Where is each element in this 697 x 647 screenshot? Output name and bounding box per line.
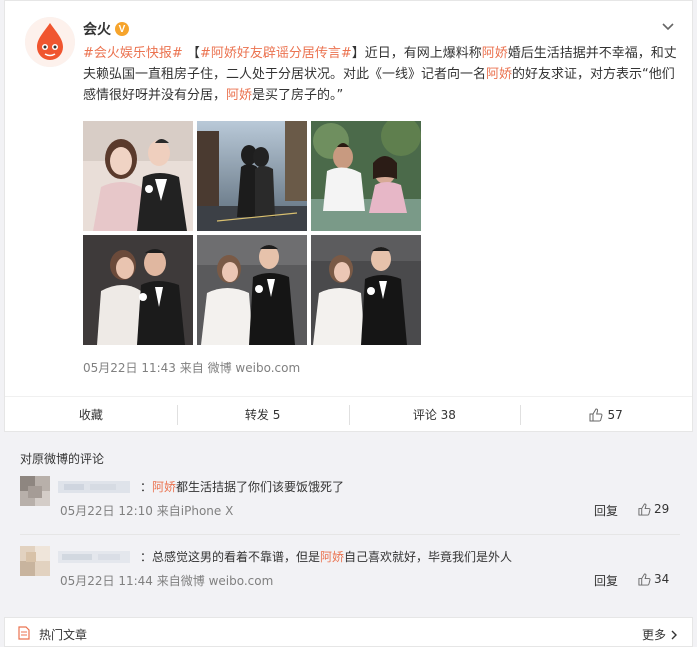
- comment-source: 来自iPhone X: [156, 504, 234, 518]
- comment-text: ：阿娇都生活拮据了你们该要饭饿死了: [140, 478, 344, 495]
- comment-text-segment: 自己喜欢就好，毕竟我们是外人: [344, 550, 513, 564]
- comment-text-segment: 都生活拮据了你们该要饭饿死了: [176, 480, 345, 494]
- comment-like-count: 29: [654, 502, 670, 516]
- photo-4[interactable]: [83, 235, 193, 345]
- repost-button[interactable]: 转发 5: [176, 397, 349, 432]
- author-name[interactable]: 会火: [83, 19, 111, 39]
- hot-articles-title: 热门文章: [39, 628, 88, 642]
- comment-meta: 05月22日 11:44 来自微博 weibo.com: [60, 572, 273, 589]
- thumbs-up-icon: [638, 572, 651, 586]
- chevron-right-icon: [671, 630, 677, 639]
- favorite-label: 收藏: [78, 408, 103, 422]
- comment-text-segment: 总感觉这男的看着不靠谱，但是: [152, 550, 321, 564]
- post-text: #会火娱乐快报# 【#阿娇好友辟谣分居传言#】近日，有网上爆料称阿娇婚后生活拮据…: [83, 43, 683, 106]
- chevron-down-icon[interactable]: [660, 19, 676, 35]
- reply-button[interactable]: 回复: [594, 502, 618, 519]
- more-link[interactable]: 更多: [642, 626, 678, 643]
- comment-divider: [20, 534, 680, 535]
- hot-articles-bar[interactable]: 热门文章 更多: [4, 617, 693, 647]
- post-timestamp[interactable]: 05月22日 11:43: [83, 361, 176, 375]
- comment-meta: 05月22日 12:10 来自iPhone X: [60, 502, 233, 519]
- post-actions: 收藏 转发 5 评论 38 57: [5, 396, 692, 432]
- comment-time: 05月22日 11:44: [60, 574, 153, 588]
- repost-label: 转发 5: [244, 408, 281, 422]
- reply-button[interactable]: 回复: [594, 572, 618, 589]
- commenter-avatar[interactable]: [20, 476, 50, 506]
- post-text-segment: 】近日，有网上爆料称: [351, 46, 482, 61]
- post-text-segment: 【: [182, 46, 200, 61]
- author-name-row: 会火 V: [83, 19, 129, 39]
- comments-title: 对原微博的评论: [20, 452, 105, 466]
- post-meta: 05月22日 11:43 来自 微博 weibo.com: [83, 359, 300, 376]
- comment-text: ：总感觉这男的看着不靠谱，但是阿娇自己喜欢就好，毕竟我们是外人: [140, 548, 512, 565]
- author-avatar[interactable]: [25, 17, 75, 67]
- commenter-name-blurred[interactable]: [58, 481, 130, 493]
- photo-grid: [83, 121, 423, 345]
- post-source[interactable]: 微博 weibo.com: [208, 361, 301, 375]
- name-separator: ：: [140, 550, 153, 564]
- highlight-link[interactable]: 阿娇: [226, 88, 252, 103]
- photo-5[interactable]: [197, 235, 307, 345]
- verified-badge: V: [115, 22, 129, 36]
- highlight-link[interactable]: 阿娇: [152, 480, 176, 494]
- more-label: 更多: [641, 628, 666, 642]
- comment-source: 来自微博 weibo.com: [156, 574, 274, 588]
- comment-time: 05月22日 12:10: [60, 504, 153, 518]
- highlight-link[interactable]: #阿娇好友辟谣分居传言#: [200, 46, 352, 61]
- comment-button[interactable]: 评论 38: [348, 397, 521, 432]
- comments-section: 对原微博的评论 ：阿娇都生活拮据了你们该要饭饿死了 05月22日 12:10 来…: [4, 440, 693, 608]
- highlight-link[interactable]: 阿娇: [320, 550, 344, 564]
- like-count: 57: [607, 407, 623, 422]
- photo-6[interactable]: [311, 235, 421, 345]
- post-source-prefix: 来自: [179, 361, 204, 375]
- fire-drop-logo: [25, 17, 75, 67]
- post-text-segment: 是买了房子的。”: [252, 88, 344, 103]
- commenter-name-blurred[interactable]: [58, 551, 130, 563]
- commenter-avatar[interactable]: [20, 546, 50, 576]
- like-button[interactable]: 57: [520, 397, 692, 432]
- name-separator: ：: [140, 480, 153, 494]
- highlight-link[interactable]: 阿娇: [482, 46, 508, 61]
- document-icon: [18, 626, 30, 640]
- highlight-link[interactable]: 阿娇: [486, 67, 512, 82]
- weibo-post-card: 会火 V #会火娱乐快报# 【#阿娇好友辟谣分居传言#】近日，有网上爆料称阿娇婚…: [4, 0, 693, 432]
- thumbs-up-icon: [638, 502, 651, 516]
- comment-like-count: 34: [654, 572, 670, 586]
- highlight-link[interactable]: #会火娱乐快报#: [83, 46, 183, 61]
- photo-2[interactable]: [197, 121, 307, 231]
- favorite-button[interactable]: 收藏: [5, 397, 177, 432]
- thumbs-up-icon: [589, 407, 603, 421]
- photo-3[interactable]: [311, 121, 421, 231]
- photo-1[interactable]: [83, 121, 193, 231]
- comment-like-button[interactable]: 34: [638, 572, 669, 586]
- comment-label: 评论 38: [412, 408, 456, 422]
- comment-like-button[interactable]: 29: [638, 502, 669, 516]
